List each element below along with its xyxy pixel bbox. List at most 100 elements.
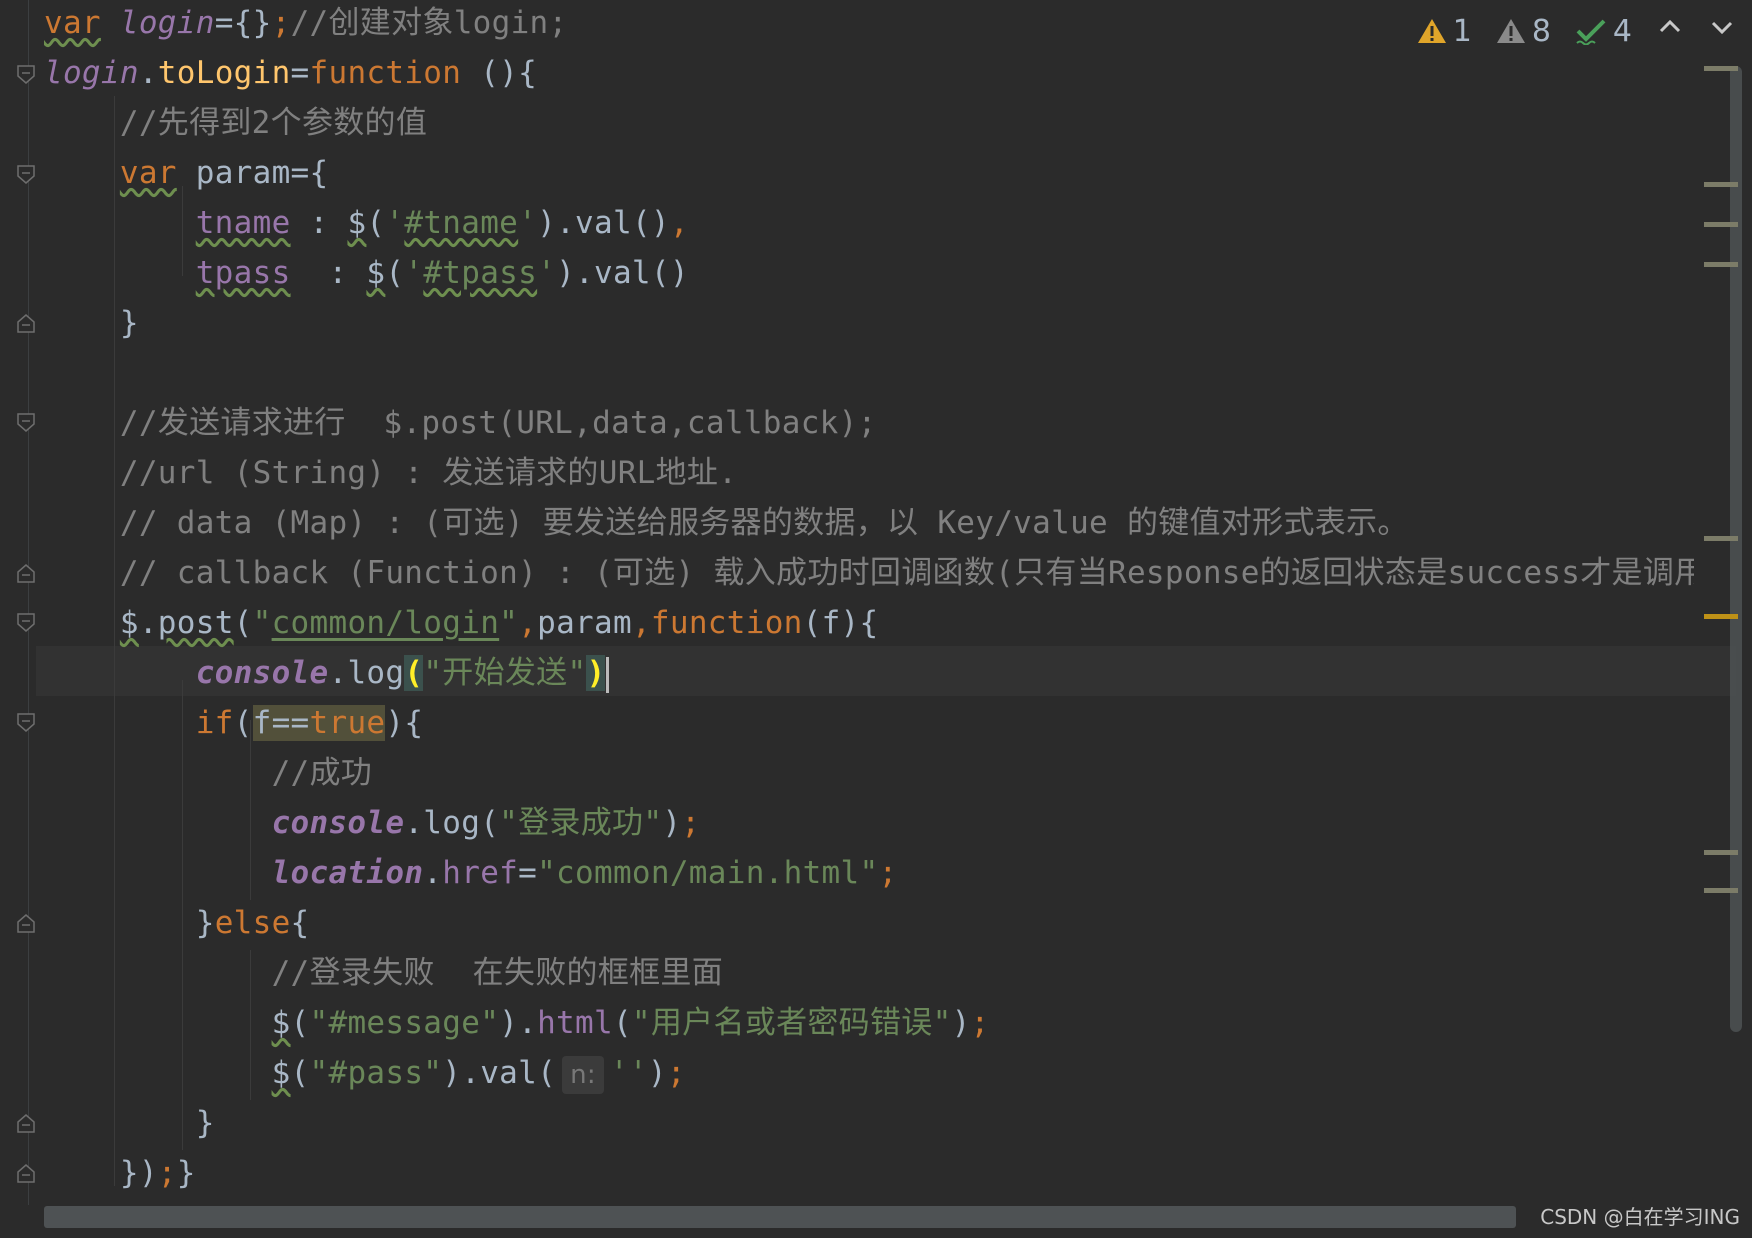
warning-stripe-marker[interactable] [1704, 614, 1738, 619]
error-stripe-marker[interactable] [1704, 262, 1738, 267]
code-line[interactable]: //先得到2个参数的值 [44, 98, 427, 148]
fold-icon[interactable] [16, 64, 36, 84]
code-token: #tpass [423, 255, 538, 291]
code-token: log [423, 805, 481, 841]
code-line[interactable]: }else{ [44, 898, 310, 948]
code-token: } [44, 305, 139, 341]
code-token: . [138, 605, 158, 641]
code-token: "用户名或者密码错误" [631, 1005, 952, 1041]
code-line[interactable]: } [44, 298, 139, 348]
code-token: ) [951, 1005, 971, 1041]
code-token: ; [970, 1005, 990, 1041]
code-token: console [195, 655, 329, 691]
code-line[interactable]: $.post("common/login",param,function(f){ [44, 598, 878, 648]
error-stripe-marker[interactable] [1704, 850, 1738, 855]
code-line[interactable]: //url (String) : 发送请求的URL地址. [44, 448, 737, 498]
code-line[interactable]: tpass : $('#tpass').val() [44, 248, 689, 298]
error-stripe-marker[interactable] [1704, 536, 1738, 541]
code-token: ' [385, 205, 405, 241]
code-token: (){ [461, 55, 538, 91]
fold-icon[interactable] [16, 612, 36, 632]
code-line[interactable]: //登录失败 在失败的框框里面 [44, 948, 723, 998]
fold-icon[interactable] [16, 1162, 36, 1183]
code-token: //发送请求进行 $.post(URL,data,callback); [44, 405, 877, 441]
code-token: common/login [271, 605, 500, 641]
code-line[interactable]: //成功 [44, 748, 372, 798]
fold-icon[interactable] [16, 562, 36, 583]
code-token: ' [518, 205, 538, 241]
code-token: (f){ [802, 605, 879, 641]
code-token: "开始发送" [423, 655, 587, 691]
code-token: ) [586, 655, 606, 691]
code-line[interactable]: console.log("登录成功"); [44, 798, 700, 848]
code-token: ; [666, 1055, 686, 1091]
check-icon [1575, 17, 1607, 45]
fold-icon[interactable] [16, 912, 36, 933]
code-token: : [290, 205, 348, 241]
code-token: param={ [176, 155, 329, 191]
code-line[interactable]: $("#pass").val(n: ''); [44, 1048, 686, 1098]
error-stripe-marker[interactable] [1704, 66, 1738, 71]
horizontal-scrollbar[interactable] [44, 1206, 1516, 1228]
error-stripe-marker[interactable] [1704, 888, 1738, 893]
code-token: ( [480, 805, 500, 841]
code-area[interactable]: var login={};//创建对象login; login.toLogin=f… [44, 0, 1694, 1200]
code-line[interactable]: // callback (Function) : (可选) 载入成功时回调函数(… [44, 548, 1694, 598]
typo-count[interactable]: 4 [1575, 14, 1632, 49]
code-line[interactable]: location.href="common/main.html"; [44, 848, 898, 898]
code-token: " [499, 605, 519, 641]
error-stripe-marker[interactable] [1704, 222, 1738, 227]
code-token: true [309, 705, 386, 741]
code-token: // data (Map) : (可选) 要发送给服务器的数据，以 Key/va… [44, 505, 1409, 541]
code-token: toLogin [157, 55, 291, 91]
code-token: // callback (Function) : (可选) 载入成功时回调函数(… [44, 555, 1694, 591]
warning-count[interactable]: 8 [1496, 14, 1551, 49]
fold-icon[interactable] [16, 1112, 36, 1133]
code-line[interactable]: });} [44, 1148, 196, 1198]
code-token: " [252, 605, 272, 641]
code-editor[interactable]: var login={};//创建对象login; login.toLogin=f… [0, 0, 1752, 1238]
fold-icon[interactable] [16, 712, 36, 732]
code-line[interactable]: var login={};//创建对象login; [44, 0, 568, 48]
code-token: ). [499, 1005, 538, 1041]
parameter-hint: n: [562, 1055, 604, 1094]
chevron-up-icon[interactable] [1656, 13, 1684, 49]
code-line[interactable]: } [44, 1098, 215, 1148]
code-token: { [290, 905, 310, 941]
code-token: ; [681, 805, 701, 841]
typo-count-label: 4 [1612, 13, 1632, 49]
code-token: login [44, 55, 139, 91]
code-line[interactable]: console.log("开始发送") [44, 648, 610, 698]
code-token: ( [404, 655, 424, 691]
code-token: console [271, 805, 405, 841]
code-line[interactable]: $("#message").html("用户名或者密码错误"); [44, 998, 990, 1048]
code-token: ( [366, 205, 386, 241]
indent-guide [182, 186, 183, 276]
error-count[interactable]: 1 [1417, 14, 1472, 49]
code-line[interactable]: if(f==true){ [44, 698, 423, 748]
code-line[interactable]: login.toLogin=function (){ [44, 48, 537, 98]
error-stripe-marker[interactable] [1704, 182, 1738, 187]
code-line[interactable]: // data (Map) : (可选) 要发送给服务器的数据，以 Key/va… [44, 498, 1409, 548]
inspection-widget[interactable]: 1 8 4 [1417, 8, 1736, 54]
code-token: #tname [404, 205, 519, 241]
code-line[interactable]: //发送请求进行 $.post(URL,data,callback); [44, 398, 877, 448]
code-token: } [176, 1155, 196, 1191]
code-token: = [518, 855, 538, 891]
fold-icon[interactable] [16, 164, 36, 184]
code-token: ( [290, 1005, 310, 1041]
fold-icon[interactable] [16, 312, 36, 333]
chevron-down-icon[interactable] [1708, 13, 1736, 49]
code-token: : [290, 255, 367, 291]
code-token: , [631, 605, 651, 641]
warning-count-label: 8 [1531, 13, 1551, 49]
code-line[interactable]: tname : $('#tname').val(), [44, 198, 689, 248]
fold-icon[interactable] [16, 412, 36, 432]
code-token: //url (String) : 发送请求的URL地址. [44, 455, 738, 491]
code-token: = [290, 55, 310, 91]
code-line[interactable]: var param={ [44, 148, 328, 198]
code-token: log [347, 655, 405, 691]
